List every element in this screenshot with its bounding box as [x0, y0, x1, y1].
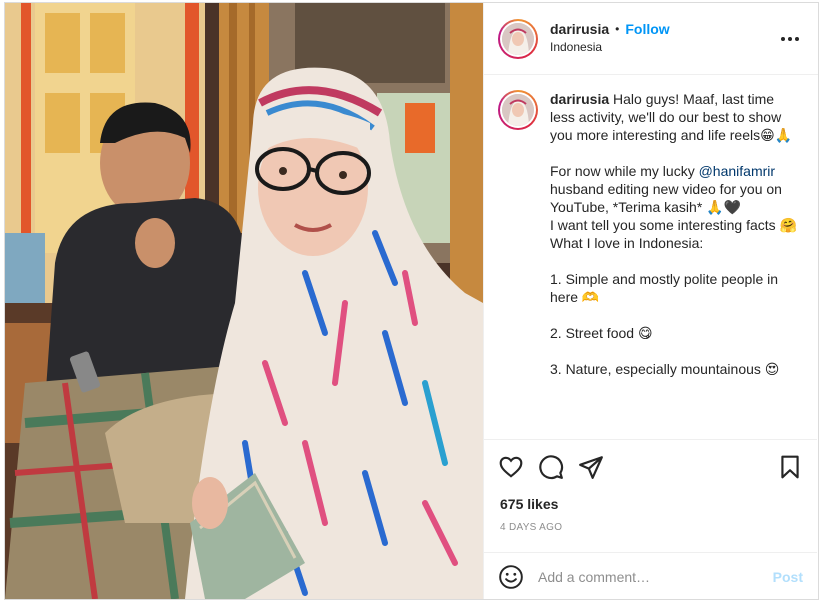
post-side-panel: darirusia • Follow Indonesia darirusia H…: [483, 3, 818, 599]
separator-dot: •: [615, 22, 620, 36]
likes-count[interactable]: 675 likes: [500, 496, 558, 512]
post-header: darirusia • Follow Indonesia: [484, 3, 818, 75]
bookmark-icon[interactable]: [777, 454, 803, 480]
caption-username[interactable]: darirusia: [550, 91, 609, 107]
username[interactable]: darirusia: [550, 21, 609, 38]
share-icon[interactable]: [578, 454, 604, 480]
avatar[interactable]: [498, 18, 538, 59]
heart-icon[interactable]: [498, 454, 524, 480]
follow-button[interactable]: Follow: [625, 21, 669, 38]
smiley-icon[interactable]: [498, 564, 524, 590]
more-options-icon[interactable]: [778, 29, 802, 49]
post-actions: 675 likes 4 DAYS AGO Post: [484, 439, 817, 599]
comment-icon[interactable]: [538, 454, 564, 480]
instagram-post: darirusia • Follow Indonesia darirusia H…: [4, 2, 819, 600]
caption-avatar[interactable]: [498, 90, 538, 130]
mention-link[interactable]: @hanifamrir: [699, 163, 775, 179]
caption: darirusia Halo guys! Maaf, last time les…: [484, 76, 817, 438]
caption-body-2: husband editing new video for you on You…: [550, 181, 797, 377]
post-timestamp[interactable]: 4 DAYS AGO: [500, 522, 562, 533]
comment-input[interactable]: [538, 568, 765, 585]
post-comment-button[interactable]: Post: [773, 569, 803, 585]
post-photo[interactable]: [5, 3, 483, 599]
comment-bar: Post: [484, 552, 817, 600]
location-link[interactable]: Indonesia: [550, 39, 670, 56]
selfie-illustration: [5, 3, 483, 599]
caption-text: darirusia Halo guys! Maaf, last time les…: [550, 90, 800, 438]
